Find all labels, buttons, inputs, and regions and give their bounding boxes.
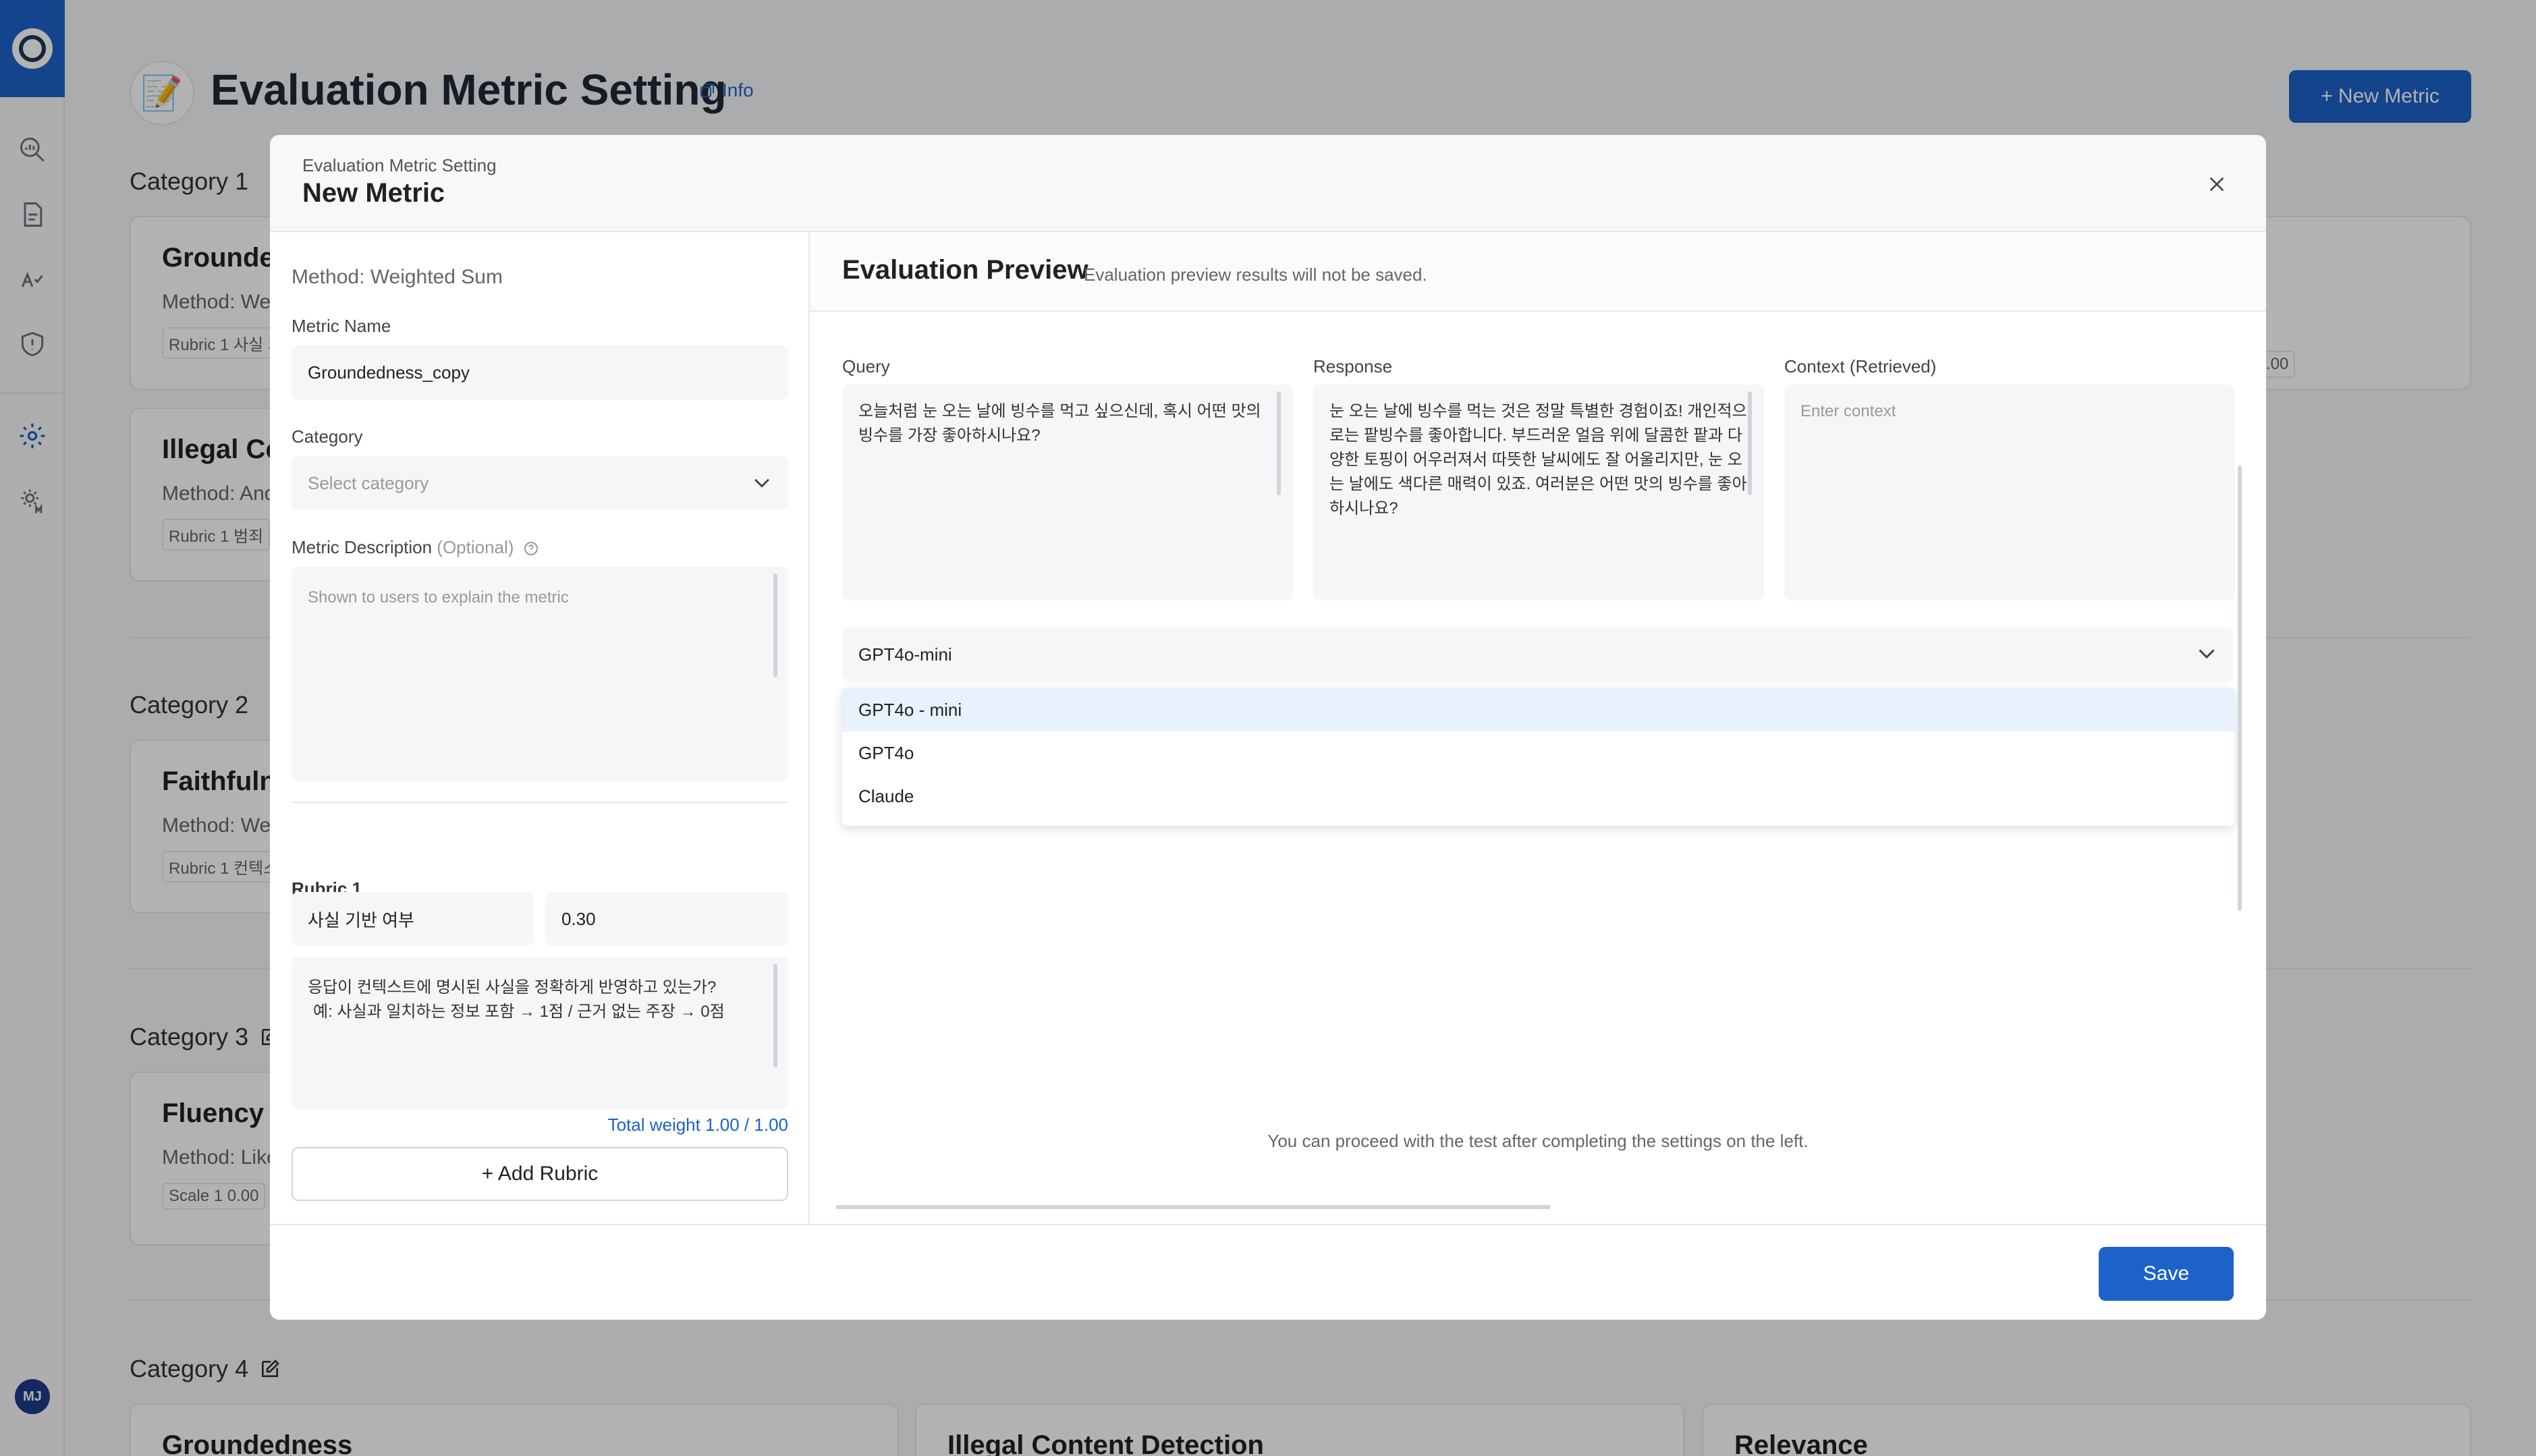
chevron-down-icon — [2199, 649, 2215, 659]
metric-name-label: Metric Name — [292, 316, 391, 336]
context-label: Context (Retrieved) — [1784, 356, 1937, 376]
rubric-description-textarea[interactable]: 응답이 컨텍스트에 명시된 사실을 정확하게 반영하고 있는가? 예: 사실과 … — [292, 957, 788, 1109]
modal-footer: Save — [270, 1224, 2266, 1320]
category-select[interactable]: Select category — [292, 456, 788, 510]
optional-label: (Optional) — [437, 537, 514, 557]
rubric-scrollbar[interactable] — [773, 963, 777, 1067]
query-textarea[interactable]: 오늘처럼 눈 오는 날에 빙수를 먹고 싶으신데, 혹시 어떤 맛의 빙수를 가… — [842, 385, 1293, 600]
save-button[interactable]: Save — [2099, 1247, 2234, 1301]
response-scrollbar[interactable] — [1748, 391, 1752, 495]
model-option[interactable]: Claude — [842, 775, 2235, 818]
model-dropdown: GPT4o - mini GPT4o Claude — [842, 688, 2235, 826]
response-textarea[interactable]: 눈 오는 날에 빙수를 먹는 것은 정말 특별한 경험이죠! 개인적으로는 팥빙… — [1313, 385, 1764, 600]
modal-subtitle: Evaluation Metric Setting — [302, 155, 497, 175]
description-textarea[interactable]: Shown to users to explain the metric — [292, 567, 788, 781]
rubric-description-line: 응답이 컨텍스트에 명시된 사실을 정확하게 반영하고 있는가? — [308, 978, 717, 997]
close-button[interactable] — [2200, 167, 2234, 201]
category-placeholder: Select category — [308, 472, 429, 493]
new-metric-modal: Evaluation Metric Setting New Metric Met… — [270, 135, 2266, 1320]
model-select[interactable]: GPT4o-mini — [842, 627, 2234, 681]
modal-header: Evaluation Metric Setting New Metric — [270, 135, 2266, 232]
add-rubric-button[interactable]: + Add Rubric — [292, 1147, 788, 1201]
response-label: Response — [1313, 356, 1393, 376]
horizontal-scrollbar[interactable] — [835, 1205, 1551, 1209]
rubric-weight-input[interactable]: 0.30 — [545, 892, 788, 946]
query-label: Query — [842, 356, 890, 376]
model-option[interactable]: GPT4o - mini — [842, 688, 2235, 731]
evaluation-preview: Evaluation Preview Evaluation preview re… — [810, 232, 2266, 1224]
model-selected-value: GPT4o-mini — [858, 644, 952, 665]
context-textarea[interactable]: Enter context — [1784, 385, 2235, 600]
preview-header: Evaluation Preview Evaluation preview re… — [810, 232, 2266, 312]
rubric-description-line: 예: 사실과 일치하는 정보 포함 → 1점 / 근거 없는 주장 → 0점 — [313, 1003, 725, 1021]
close-icon — [2209, 177, 2224, 192]
proceed-message: You can proceed with the test after comp… — [1267, 1131, 1809, 1151]
preview-scrollbar[interactable] — [2238, 466, 2242, 911]
metric-name-input[interactable]: Groundedness_copy — [292, 345, 788, 399]
model-option[interactable]: GPT4o — [842, 731, 2235, 775]
description-scrollbar[interactable] — [773, 573, 777, 677]
method-label: Method: Weighted Sum — [292, 266, 503, 288]
preview-note: Evaluation preview results will not be s… — [1084, 264, 1427, 285]
modal-title: New Metric — [302, 178, 445, 208]
description-label: Metric Description (Optional) — [292, 537, 539, 558]
help-icon[interactable] — [523, 540, 539, 557]
rubric-name-input[interactable]: 사실 기반 여부 — [292, 892, 534, 946]
form-divider — [292, 802, 788, 803]
preview-title: Evaluation Preview — [842, 255, 1088, 285]
total-weight: Total weight 1.00 / 1.00 — [607, 1115, 788, 1135]
query-scrollbar[interactable] — [1277, 391, 1281, 495]
chevron-down-icon — [754, 478, 769, 488]
category-label: Category — [292, 426, 363, 447]
